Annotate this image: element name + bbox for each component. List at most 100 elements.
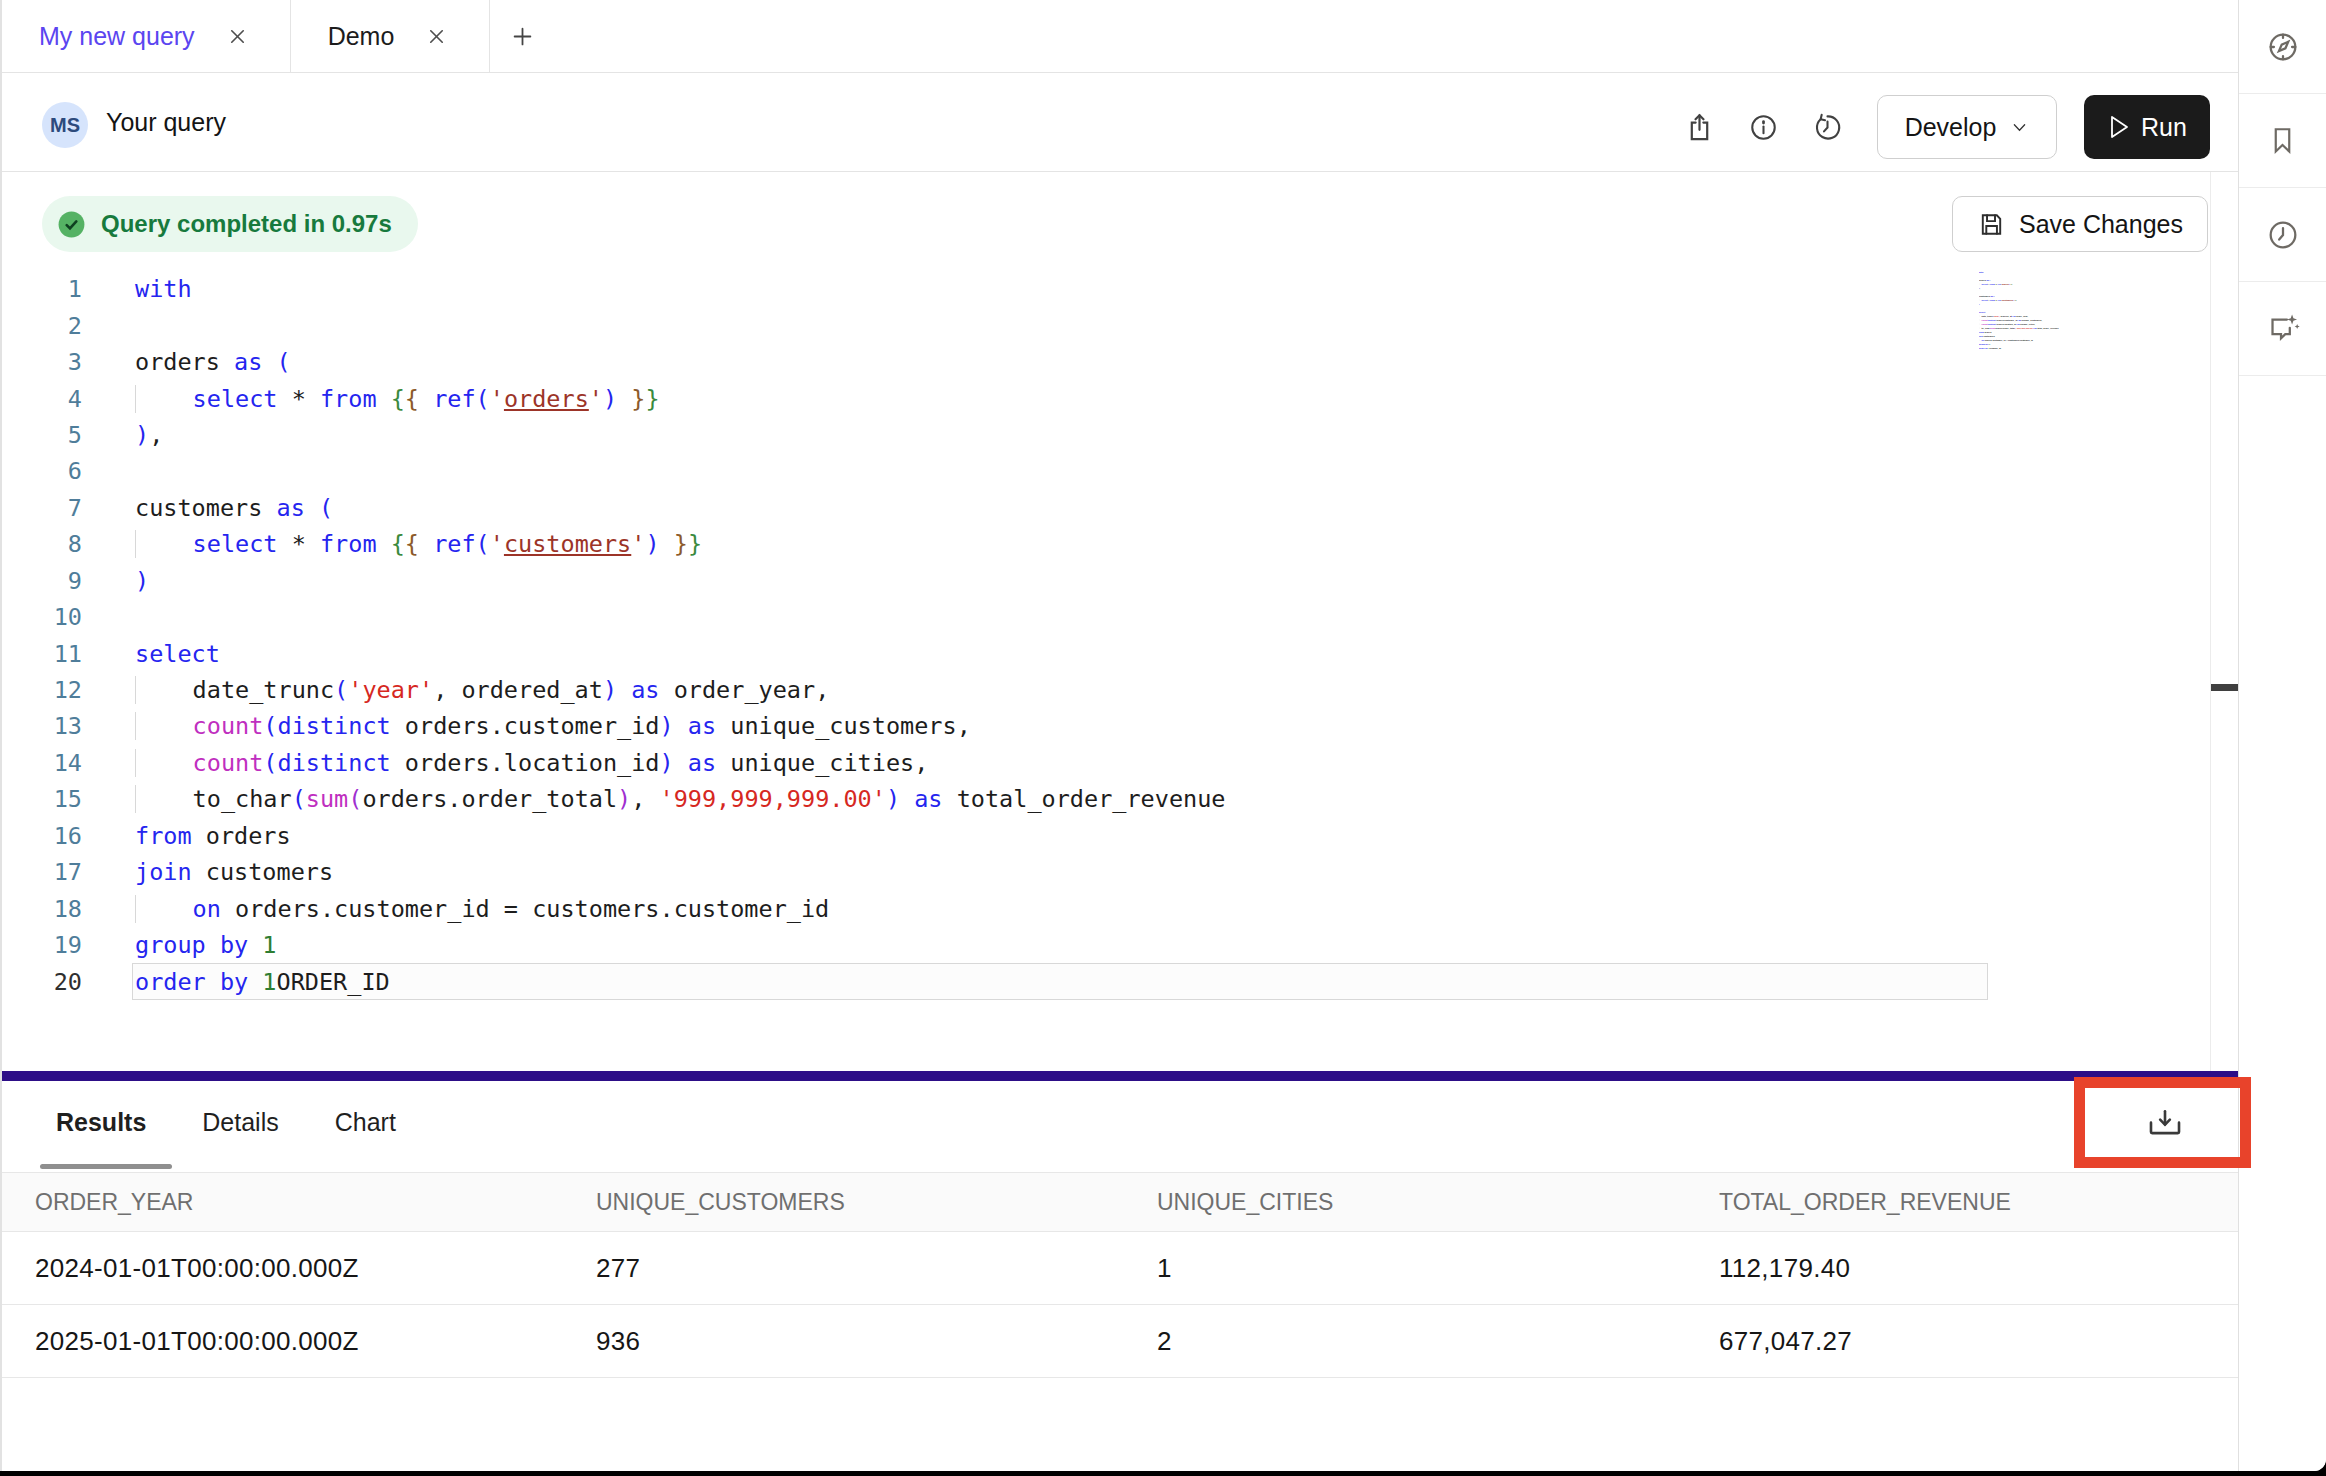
chevron-down-icon [2010,118,2029,137]
tab-label: Demo [328,22,395,51]
line-number: 4 [2,385,82,413]
line-number: 9 [2,567,82,595]
results-tab-chart[interactable]: Chart [335,1108,396,1137]
line-number: 17 [2,858,82,886]
history-icon[interactable] [1810,110,1844,144]
line-number: 18 [2,895,82,923]
annotation-highlight-rectangle [2074,1077,2251,1168]
column-header-unique_customers: UNIQUE_CUSTOMERS [596,1173,845,1231]
active-tab-underline [40,1164,172,1169]
tab-label: My new query [39,22,195,51]
code-line-5[interactable]: 5), [2,417,1225,453]
close-icon[interactable] [424,24,449,49]
info-icon[interactable] [1746,110,1780,144]
bookmark-sidebar-button[interactable] [2239,94,2326,188]
code-line-17[interactable]: 17join customers [2,854,1225,890]
line-number: 6 [2,457,82,485]
line-number: 3 [2,348,82,376]
line-number: 8 [2,530,82,558]
code-line-15[interactable]: 15 to_char(sum(orders.order_total), '999… [2,781,1225,817]
table-cell: 677,047.27 [1719,1305,1852,1377]
table-row: 2025-01-01T00:00:00.000Z 936 2 677,047.27 [2,1305,2240,1378]
code-line-4[interactable]: 4 select * from {{ ref('orders') }} [2,380,1225,416]
line-number: 2 [2,312,82,340]
column-header-total_order_revenue: TOTAL_ORDER_REVENUE [1719,1173,2011,1231]
table-cell: 112,179.40 [1719,1232,1850,1304]
scrollbar-thumb[interactable] [2211,684,2239,691]
compass-icon [2266,30,2300,64]
column-header-order_year: ORDER_YEAR [35,1173,193,1231]
right-sidebar [2238,0,2326,1471]
line-number: 20 [2,968,82,996]
column-header-unique_cities: UNIQUE_CITIES [1157,1173,1333,1231]
line-number: 13 [2,712,82,740]
chat-sparkle-sidebar-button[interactable] [2239,282,2326,376]
tab-bar: My new query Demo [2,0,2240,73]
table-cell: 2025-01-01T00:00:00.000Z [35,1305,359,1377]
save-icon [1977,210,2006,239]
develop-button[interactable]: Develop [1877,95,2057,159]
code-line-8[interactable]: 8 select * from {{ ref('customers') }} [2,526,1225,562]
line-number: 12 [2,676,82,704]
code-minimap[interactable]: 1with23orders as (4 select * from {{ ref… [1979,270,2209,380]
panel-divider[interactable] [2,1071,2240,1081]
code-line-6[interactable]: 6 [2,453,1225,489]
line-number: 15 [2,785,82,813]
results-tab-details[interactable]: Details [202,1108,278,1137]
line-number: 11 [2,640,82,668]
code-line-2[interactable]: 2 [2,307,1225,343]
active-line-highlight [132,963,1988,999]
chat-sparkle-icon [2266,312,2300,346]
table-row: 2024-01-01T00:00:00.000Z 277 1 112,179.40 [2,1232,2240,1305]
code-line-3[interactable]: 3orders as ( [2,344,1225,380]
results-tab-results[interactable]: Results [56,1108,146,1137]
line-number: 5 [2,421,82,449]
code-line-12[interactable]: 12 date_trunc('year', ordered_at) as ord… [2,672,1225,708]
results-tab-bar: Results Details Chart [56,1108,396,1137]
app-window: My new query Demo MS Your query Develop … [0,0,2326,1471]
clock-sidebar-button[interactable] [2239,188,2326,282]
code-line-1[interactable]: 1with [2,271,1225,307]
play-icon [2107,113,2131,141]
editor-right-border [2210,172,2211,1071]
line-number: 19 [2,931,82,959]
table-cell: 277 [596,1232,640,1304]
code-line-20[interactable]: 20order by 1ORDER_ID [2,963,1225,999]
new-tab-button[interactable] [490,0,554,72]
bookmark-icon [2266,124,2299,157]
page-title: Your query [106,108,226,137]
clock-icon [2266,218,2300,252]
code-line-18[interactable]: 18 on orders.customer_id = customers.cus… [2,890,1225,926]
compass-sidebar-button[interactable] [2239,0,2326,94]
plus-icon [509,23,536,50]
run-button[interactable]: Run [2084,95,2210,159]
tab-demo[interactable]: Demo [291,0,491,72]
code-area[interactable]: 1with 2 3orders as (4 select * from {{ ref… [2,271,1225,1000]
table-cell: 936 [596,1305,640,1377]
line-number: 16 [2,822,82,850]
save-changes-button[interactable]: Save Changes [1952,196,2208,252]
line-number: 14 [2,749,82,777]
share-icon[interactable] [1682,110,1716,144]
code-line-14[interactable]: 14 count(distinct orders.location_id) as… [2,745,1225,781]
code-line-7[interactable]: 7customers as ( [2,490,1225,526]
code-line-11[interactable]: 11select [2,635,1225,671]
tab-my-new-query[interactable]: My new query [2,0,291,72]
table-cell: 2 [1157,1305,1172,1377]
code-line-20[interactable]: 20order by 1ORDER_ID [1979,346,2209,350]
results-table-header: ORDER_YEAR UNIQUE_CUSTOMERS UNIQUE_CITIES T… [2,1172,2240,1232]
line-number: 7 [2,494,82,522]
table-cell: 1 [1157,1232,1172,1304]
line-number: 1 [2,275,82,303]
query-status-pill: Query completed in 0.97s [42,196,418,252]
code-line-13[interactable]: 13 count(distinct orders.customer_id) as… [2,708,1225,744]
table-cell: 2024-01-01T00:00:00.000Z [35,1232,359,1304]
code-line-9[interactable]: 9) [2,563,1225,599]
code-line-19[interactable]: 19group by 1 [2,927,1225,963]
code-line-10[interactable]: 10 [2,599,1225,635]
check-circle-icon [55,208,88,241]
code-line-16[interactable]: 16from orders [2,818,1225,854]
close-icon[interactable] [225,24,250,49]
sql-editor[interactable]: Query completed in 0.97s Save Changes 1w… [2,172,2240,1071]
avatar: MS [42,102,88,148]
